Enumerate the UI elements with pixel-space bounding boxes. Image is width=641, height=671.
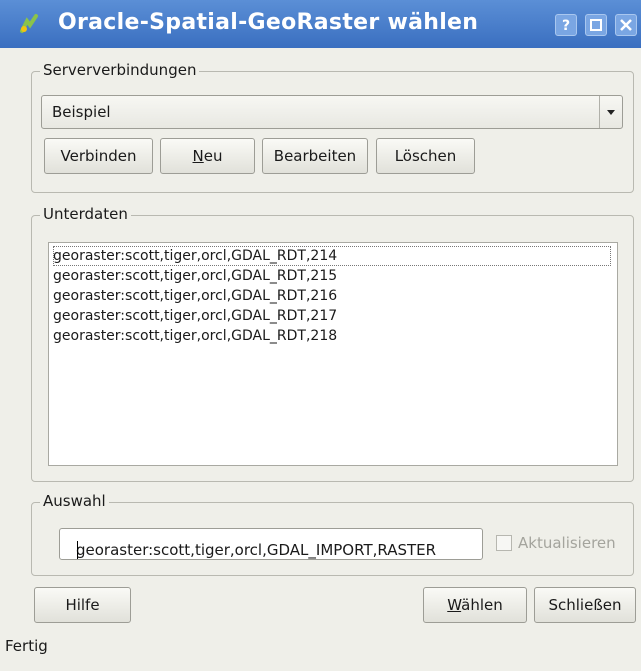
list-item[interactable]: georaster:scott,tiger,orcl,GDAL_RDT,218 bbox=[53, 326, 611, 346]
qgis-logo-icon bbox=[20, 14, 38, 33]
choose-button-label: ählen bbox=[461, 596, 503, 614]
help-title-button[interactable]: ? bbox=[555, 14, 577, 36]
server-connections-group: Serververbindungen bbox=[31, 61, 634, 193]
selection-input[interactable]: georaster:scott,tiger,orcl,GDAL_IMPORT,R… bbox=[59, 528, 483, 560]
choose-button[interactable]: Wählen bbox=[423, 587, 527, 623]
list-item[interactable]: georaster:scott,tiger,orcl,GDAL_RDT,217 bbox=[53, 306, 611, 326]
list-item[interactable]: georaster:scott,tiger,orcl,GDAL_RDT,214 bbox=[53, 246, 611, 266]
new-button-label: eu bbox=[203, 147, 223, 165]
status-text: Fertig bbox=[5, 637, 48, 655]
help-button[interactable]: Hilfe bbox=[34, 587, 131, 623]
dropdown-arrow[interactable] bbox=[599, 96, 622, 128]
selection-title: Auswahl bbox=[40, 492, 109, 510]
window-title: Oracle-Spatial-GeoRaster wählen bbox=[58, 10, 479, 35]
edit-connection-button[interactable]: Bearbeiten bbox=[262, 138, 368, 174]
connection-select[interactable]: Beispiel bbox=[41, 95, 623, 129]
list-item[interactable]: georaster:scott,tiger,orcl,GDAL_RDT,215 bbox=[53, 266, 611, 286]
refresh-checkbox-label: Aktualisieren bbox=[518, 534, 616, 552]
server-connections-title: Serververbindungen bbox=[40, 61, 200, 79]
selection-input-value: georaster:scott,tiger,orcl,GDAL_IMPORT,R… bbox=[76, 541, 437, 559]
close-dialog-button[interactable]: Schließen bbox=[534, 587, 636, 623]
connect-button[interactable]: Verbinden bbox=[44, 138, 153, 174]
subdata-list[interactable]: georaster:scott,tiger,orcl,GDAL_RDT,214 … bbox=[48, 242, 618, 466]
close-icon bbox=[620, 19, 632, 31]
choose-button-mnemonic: W bbox=[447, 596, 462, 614]
connection-select-value: Beispiel bbox=[52, 103, 111, 121]
subdata-title: Unterdaten bbox=[40, 205, 131, 223]
list-item[interactable]: georaster:scott,tiger,orcl,GDAL_RDT,216 bbox=[53, 286, 611, 306]
title-bar: Oracle-Spatial-GeoRaster wählen ? bbox=[0, 0, 641, 48]
delete-connection-button[interactable]: Löschen bbox=[376, 138, 475, 174]
maximize-icon bbox=[590, 19, 602, 31]
text-caret bbox=[77, 541, 78, 559]
new-button-mnemonic: N bbox=[192, 147, 204, 165]
maximize-button[interactable] bbox=[585, 14, 607, 36]
chevron-down-icon bbox=[607, 110, 615, 115]
close-button[interactable] bbox=[615, 14, 637, 36]
new-connection-button[interactable]: Neu bbox=[160, 138, 255, 174]
refresh-checkbox[interactable] bbox=[496, 535, 512, 551]
